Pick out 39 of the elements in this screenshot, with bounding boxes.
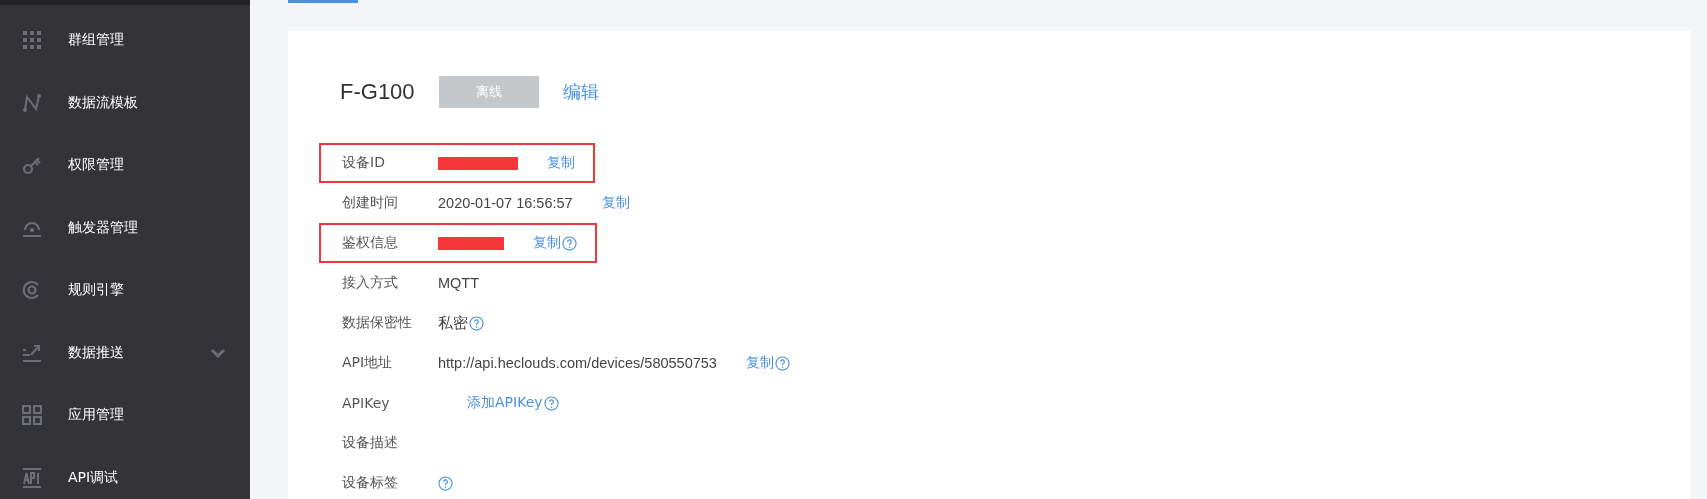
key-icon — [22, 155, 42, 176]
field-label: 鉴权信息 — [342, 234, 399, 252]
path-icon — [22, 92, 42, 113]
grid-icon — [22, 30, 42, 51]
copy-link[interactable]: 复制 — [745, 354, 774, 372]
nav-item[interactable]: API调试 — [0, 446, 250, 499]
help-icon[interactable] — [562, 235, 577, 251]
field-value: 私密 — [438, 313, 468, 333]
copy-link[interactable]: 复制 — [547, 154, 575, 172]
api-icon — [22, 467, 42, 488]
nav-item[interactable]: 权限管理 — [0, 134, 250, 197]
field-label: 设备ID — [342, 154, 386, 172]
target-icon — [22, 280, 42, 301]
nav-item[interactable]: 数据推送 — [0, 321, 250, 384]
apps-icon — [22, 405, 42, 426]
status-badge: 离线 — [438, 76, 539, 108]
help-icon[interactable] — [469, 315, 484, 331]
field-label: 设备描述 — [342, 434, 399, 452]
nav-item[interactable]: 数据流模板 — [0, 71, 250, 134]
field-value: 2020-01-07 16:56:57 — [438, 195, 573, 211]
copy-link[interactable]: 复制 — [601, 194, 630, 212]
field-label: 创建时间 — [342, 194, 399, 212]
nav-item[interactable]: 应用管理 — [0, 384, 250, 447]
nav-item[interactable]: 群组管理 — [0, 9, 250, 72]
help-icon[interactable] — [543, 395, 559, 411]
nav-item[interactable]: 触发器管理 — [0, 196, 250, 259]
help-icon[interactable] — [438, 475, 453, 491]
field-value: http://api.heclouds.com/devices/580550753 — [438, 355, 717, 371]
field-label: 设备标签 — [342, 474, 399, 492]
send-icon — [22, 342, 42, 363]
field-label: 数据保密性 — [342, 314, 413, 332]
field-label: 接入方式 — [342, 274, 399, 292]
field-label: API地址 — [342, 354, 394, 372]
help-icon[interactable] — [774, 355, 790, 371]
field-value: MQTT — [438, 275, 480, 291]
copy-link[interactable]: 复制 — [533, 234, 561, 252]
nav-item[interactable]: 规则引擎 — [0, 259, 250, 322]
device-name: F-G100 — [340, 79, 415, 105]
field-label: APIKey — [342, 395, 391, 411]
